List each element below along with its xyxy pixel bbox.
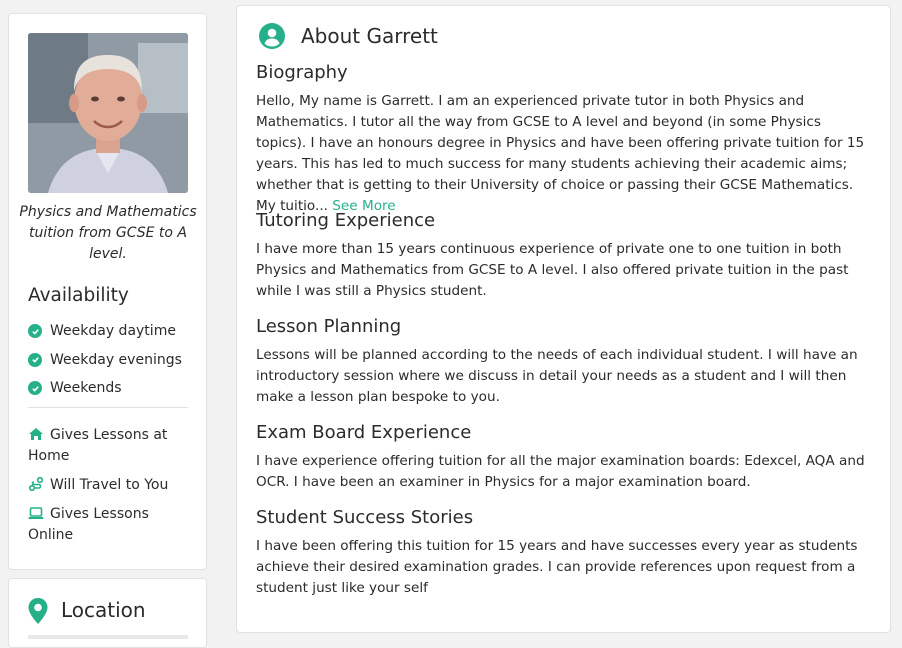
availability-label: Weekday daytime (50, 323, 176, 340)
check-circle-icon (28, 352, 42, 367)
availability-label: Weekday evenings (50, 351, 182, 368)
section-lesson-planning: Lesson Planning Lessons will be planned … (256, 315, 874, 408)
availability-list: Weekday daytime Weekday evenings Weekend… (28, 317, 193, 403)
section-text: Hello, My name is Garrett. I am an exper… (256, 91, 874, 217)
location-card: Location (8, 578, 207, 648)
profile-card: Physics and Mathematics tuition from GCS… (8, 13, 207, 570)
lesson-option-travel: Will Travel to You (28, 475, 198, 496)
location-title: Location (61, 598, 146, 622)
divider (28, 407, 188, 408)
about-title: About Garrett (301, 24, 438, 48)
check-circle-icon (28, 381, 42, 396)
lesson-option-home: Gives Lessons at Home (28, 425, 198, 467)
user-circle-icon (259, 23, 285, 49)
section-heading: Student Success Stories (256, 507, 474, 528)
lesson-option-online: Gives Lessons Online (28, 504, 198, 546)
availability-title: Availability (28, 285, 129, 306)
section-heading: Tutoring Experience (256, 210, 436, 231)
availability-item: Weekday daytime (28, 317, 193, 346)
availability-item: Weekday evenings (28, 346, 193, 375)
laptop-icon (28, 507, 44, 519)
tutor-photo (28, 33, 188, 193)
section-exam-board-experience: Exam Board Experience I have experience … (256, 421, 874, 493)
tutor-tagline: Physics and Mathematics tuition from GCS… (19, 204, 197, 262)
section-heading: Exam Board Experience (256, 422, 472, 443)
biography-text: Hello, My name is Garrett. I am an exper… (256, 93, 865, 214)
about-card: About Garrett Biography Hello, My name i… (236, 5, 891, 633)
check-circle-icon (28, 324, 42, 339)
about-header: About Garrett (259, 23, 438, 49)
section-text: I have more than 15 years continuous exp… (256, 241, 849, 299)
section-text: Lessons will be planned according to the… (256, 347, 858, 405)
route-icon (28, 477, 44, 491)
section-text: I have experience offering tuition for a… (256, 453, 865, 490)
lesson-option-label: Gives Lessons Online (28, 506, 149, 543)
section-heading: Biography (256, 62, 348, 83)
section-tutoring-experience: Tutoring Experience I have more than 15 … (256, 209, 874, 302)
map-pin-icon (28, 598, 48, 624)
home-icon (29, 428, 43, 440)
lesson-options-list: Gives Lessons at Home Will Travel to You… (28, 425, 198, 554)
section-heading: Lesson Planning (256, 316, 402, 337)
lesson-option-label: Will Travel to You (50, 477, 169, 493)
section-text: I have been offering this tuition for 15… (256, 538, 858, 596)
lesson-option-label: Gives Lessons at Home (28, 427, 168, 464)
section-student-success-stories: Student Success Stories I have been offe… (256, 506, 874, 599)
availability-label: Weekends (50, 380, 122, 397)
section-biography: Biography Hello, My name is Garrett. I a… (256, 61, 874, 217)
availability-item: Weekends (28, 374, 193, 403)
